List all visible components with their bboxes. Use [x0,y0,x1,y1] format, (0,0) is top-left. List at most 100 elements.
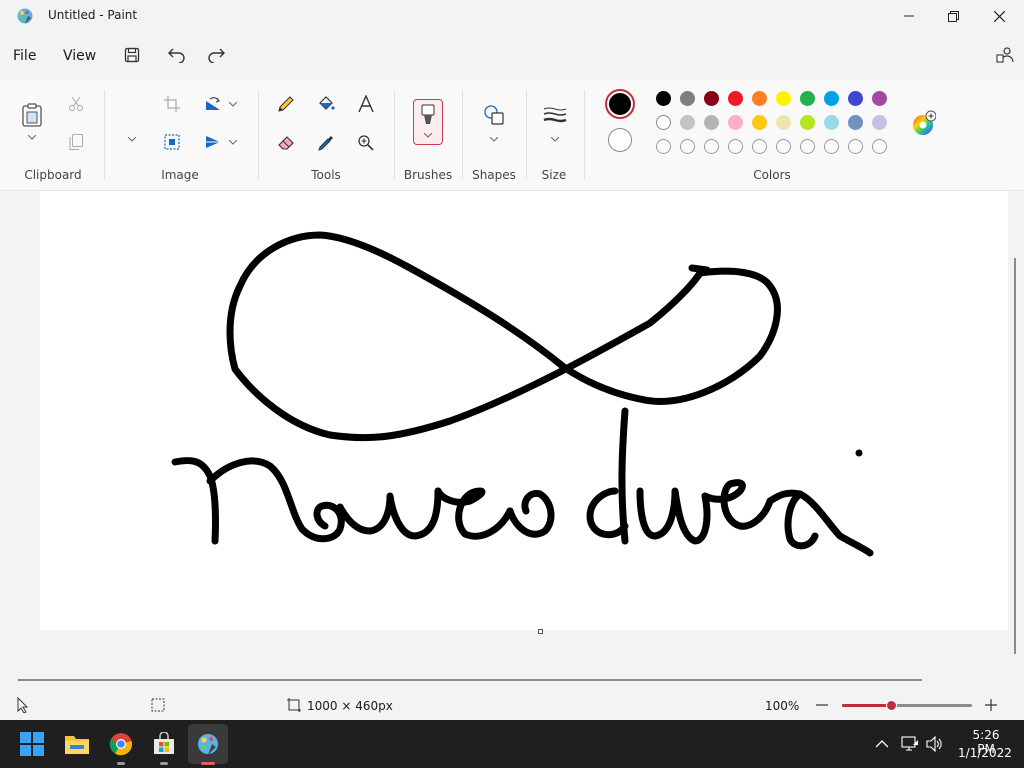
ribbon-separator [584,90,585,180]
fill-bucket-icon[interactable] [315,93,337,115]
menu-file[interactable]: File [9,44,40,68]
selection-size-icon [149,697,167,713]
canvas-resize-handle[interactable] [538,629,543,634]
rotate-icon[interactable] [202,94,224,114]
menu-view[interactable]: View [59,44,100,68]
color-swatch[interactable] [800,91,815,106]
color-swatch[interactable] [728,115,743,130]
ribbon-separator [104,90,105,180]
zoom-level[interactable]: 100% [765,699,799,713]
stroke-size-icon[interactable] [542,104,568,126]
primary-color-button[interactable] [605,89,635,119]
folder-icon [65,736,89,754]
zoom-out-icon[interactable] [813,696,831,714]
account-icon[interactable] [994,44,1016,66]
color-swatch[interactable] [776,91,791,106]
primary-color-swatch [609,93,631,115]
canvas-size-icon [285,697,303,713]
zoom-slider-thumb[interactable] [886,700,898,711]
taskbar-paint[interactable] [188,724,228,764]
secondary-color-button[interactable] [608,128,632,152]
restore-button[interactable] [930,0,976,32]
rotate-chevron-down-icon[interactable] [226,99,240,109]
flip-icon[interactable] [202,132,224,152]
edit-colors-icon[interactable] [909,109,937,137]
paste-icon[interactable] [20,102,44,128]
taskbar-chrome[interactable] [101,724,141,764]
close-button[interactable] [976,0,1022,32]
drawing-canvas[interactable] [40,191,1008,630]
brushes-button[interactable] [413,99,443,145]
volume-icon[interactable] [925,735,945,753]
color-swatch[interactable] [752,139,767,154]
color-swatch[interactable] [872,139,887,154]
canvas-size-text: 1000 × 460px [307,699,393,713]
color-swatch[interactable] [848,91,863,106]
color-swatch[interactable] [800,139,815,154]
group-label-image: Image [161,168,199,182]
size-chevron-down-icon[interactable] [548,134,562,144]
select-chevron-down-icon[interactable] [125,134,139,144]
color-swatch[interactable] [728,91,743,106]
color-swatch[interactable] [824,115,839,130]
ribbon: Clipboard Image Tools Brushes Shapes Siz… [0,80,1024,191]
paste-chevron-down-icon[interactable] [25,132,39,142]
color-swatch[interactable] [680,91,695,106]
color-swatch[interactable] [656,115,671,130]
cut-icon [66,94,86,114]
chevron-up-icon[interactable] [874,736,890,752]
color-swatch[interactable] [680,139,695,154]
color-swatch[interactable] [728,139,743,154]
running-indicator [117,762,125,765]
zoom-slider[interactable] [842,700,972,711]
flip-chevron-down-icon[interactable] [226,137,240,147]
vertical-scrollbar[interactable] [1014,258,1016,654]
color-swatch[interactable] [752,91,767,106]
palette-row-custom [656,139,887,154]
color-swatch[interactable] [872,115,887,130]
taskbar-file-explorer[interactable] [57,724,97,764]
start-button[interactable] [12,724,52,764]
color-swatch[interactable] [656,91,671,106]
save-icon[interactable] [122,45,142,65]
color-swatch[interactable] [776,115,791,130]
color-picker-icon[interactable] [315,132,337,154]
running-indicator [160,762,168,765]
color-swatch[interactable] [848,139,863,154]
pencil-icon[interactable] [275,93,297,115]
chrome-icon [109,733,133,756]
color-swatch[interactable] [656,139,671,154]
zoom-in-icon[interactable] [982,696,1000,714]
magnifier-icon[interactable] [355,132,377,154]
clock-date[interactable]: 1/1/2022 [958,746,1012,760]
color-swatch[interactable] [752,115,767,130]
color-swatch[interactable] [776,139,791,154]
horizontal-scrollbar[interactable] [18,679,922,681]
group-label-colors: Colors [753,168,791,182]
group-label-size: Size [541,168,567,182]
color-swatch[interactable] [680,115,695,130]
resize-icon[interactable] [162,132,182,152]
shapes-chevron-down-icon[interactable] [487,134,501,144]
color-swatch[interactable] [872,91,887,106]
color-swatch[interactable] [824,139,839,154]
paint-taskbar-icon [198,734,218,755]
eraser-icon[interactable] [275,132,297,154]
text-icon[interactable] [355,93,377,115]
pointer-position-icon [14,697,32,713]
color-swatch[interactable] [824,91,839,106]
color-swatch[interactable] [800,115,815,130]
color-swatch[interactable] [704,91,719,106]
color-swatch[interactable] [704,115,719,130]
group-label-brushes: Brushes [403,168,453,182]
network-icon[interactable] [900,735,920,753]
shapes-icon[interactable] [482,103,506,127]
undo-icon[interactable] [167,45,187,65]
redo-icon[interactable] [206,45,226,65]
minimize-button[interactable] [886,0,932,32]
taskbar-store[interactable] [144,724,184,764]
color-swatch[interactable] [848,115,863,130]
palette-row-1 [656,91,887,106]
color-swatch[interactable] [704,139,719,154]
taskbar: 5:26 PM 1/1/2022 [0,720,1024,768]
